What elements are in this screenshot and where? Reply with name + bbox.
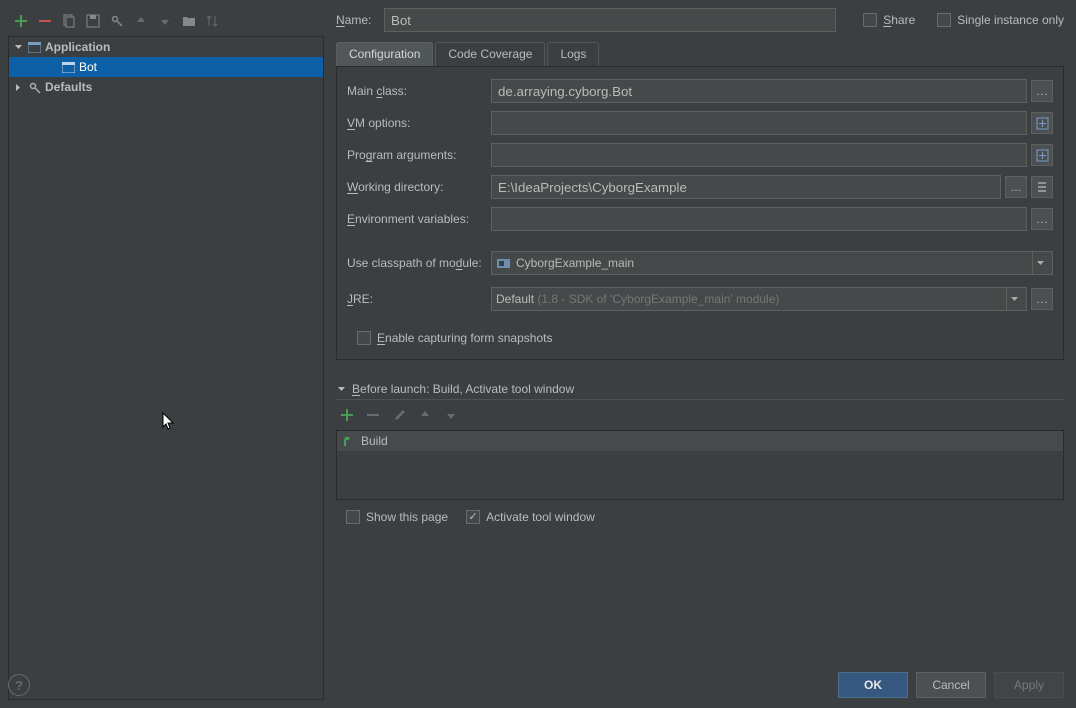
application-icon (27, 40, 41, 54)
classpath-module-select[interactable]: CyborgExample_main (491, 251, 1053, 275)
before-launch-section: Before launch: Build, Activate tool wind… (336, 382, 1064, 524)
sort-icon[interactable] (204, 12, 222, 30)
cancel-button[interactable]: Cancel (916, 672, 986, 698)
jre-label: JRE: (347, 292, 487, 306)
tab-configuration[interactable]: Configuration (336, 42, 433, 66)
left-panel: Application Bot Defaults (0, 0, 324, 708)
vm-options-label: VM options: (347, 116, 487, 130)
program-arguments-label: Program arguments: (347, 148, 487, 162)
right-panel: Name: Share Single instance only Configu… (324, 0, 1076, 708)
remove-icon[interactable] (36, 12, 54, 30)
tab-code-coverage[interactable]: Code Coverage (435, 42, 545, 66)
move-down-icon[interactable] (442, 406, 460, 424)
program-arguments-input[interactable] (491, 143, 1027, 167)
enable-capture-checkbox[interactable]: Enable capturing form snapshots (357, 331, 552, 345)
tree-label: Application (45, 40, 110, 54)
move-up-icon[interactable] (416, 406, 434, 424)
application-icon (61, 60, 75, 74)
move-down-icon[interactable] (156, 12, 174, 30)
tree-node-defaults[interactable]: Defaults (9, 77, 323, 97)
expand-button[interactable] (1031, 112, 1053, 134)
vm-options-input[interactable] (491, 111, 1027, 135)
add-icon[interactable] (12, 12, 30, 30)
tree-label: Bot (79, 60, 97, 74)
chevron-down-icon (1006, 288, 1022, 310)
working-directory-label: Working directory: (347, 180, 487, 194)
wrench-icon (27, 80, 41, 94)
activate-tool-window-checkbox[interactable]: Activate tool window (466, 510, 595, 524)
ok-button[interactable]: OK (838, 672, 908, 698)
module-icon (496, 256, 510, 270)
copy-icon[interactable] (60, 12, 78, 30)
tree-label: Defaults (45, 80, 92, 94)
apply-button[interactable]: Apply (994, 672, 1064, 698)
tree-node-bot[interactable]: Bot (9, 57, 323, 77)
before-launch-toolbar (336, 400, 1064, 430)
working-directory-input[interactable] (491, 175, 1001, 199)
list-item[interactable]: Build (337, 431, 1063, 451)
jre-select[interactable]: Default (1.8 - SDK of 'CyborgExample_mai… (491, 287, 1027, 311)
environment-variables-label: Environment variables: (347, 212, 487, 226)
move-up-icon[interactable] (132, 12, 150, 30)
save-icon[interactable] (84, 12, 102, 30)
chevron-down-icon (1032, 252, 1048, 274)
edit-icon[interactable] (390, 406, 408, 424)
browse-button[interactable]: … (1031, 80, 1053, 102)
tree-node-application[interactable]: Application (9, 37, 323, 57)
before-launch-list[interactable]: Build (336, 430, 1064, 500)
name-input[interactable] (384, 8, 836, 32)
single-instance-checkbox[interactable]: Single instance only (937, 13, 1064, 27)
remove-icon[interactable] (364, 406, 382, 424)
main-class-label: Main class: (347, 84, 487, 98)
name-label: Name: (336, 13, 376, 27)
configuration-panel: Main class: … VM options: Program argume… (336, 67, 1064, 360)
folder-icon[interactable] (180, 12, 198, 30)
browse-button[interactable]: … (1031, 208, 1053, 230)
main-class-input[interactable] (491, 79, 1027, 103)
classpath-module-label: Use classpath of module: (347, 256, 487, 270)
tab-logs[interactable]: Logs (547, 42, 599, 66)
add-icon[interactable] (338, 406, 356, 424)
dialog-footer: ? OK Cancel Apply (8, 672, 1064, 698)
help-icon[interactable]: ? (8, 674, 30, 696)
browse-button[interactable]: … (1031, 288, 1053, 310)
environment-variables-input[interactable] (491, 207, 1027, 231)
expand-button[interactable] (1031, 144, 1053, 166)
show-this-page-checkbox[interactable]: Show this page (346, 510, 448, 524)
tree-toolbar (8, 8, 324, 36)
chevron-right-icon[interactable] (13, 82, 23, 92)
tabs: Configuration Code Coverage Logs (336, 42, 1064, 67)
share-checkbox[interactable]: Share (863, 13, 915, 27)
configurations-tree[interactable]: Application Bot Defaults (8, 36, 324, 700)
wrench-icon[interactable] (108, 12, 126, 30)
list-button[interactable] (1031, 176, 1053, 198)
hammer-icon (341, 434, 355, 448)
chevron-down-icon[interactable] (336, 384, 346, 394)
chevron-down-icon[interactable] (13, 42, 23, 52)
browse-button[interactable]: … (1005, 176, 1027, 198)
header-row: Name: Share Single instance only (336, 8, 1064, 32)
before-launch-title: Before launch: Build, Activate tool wind… (352, 382, 574, 396)
